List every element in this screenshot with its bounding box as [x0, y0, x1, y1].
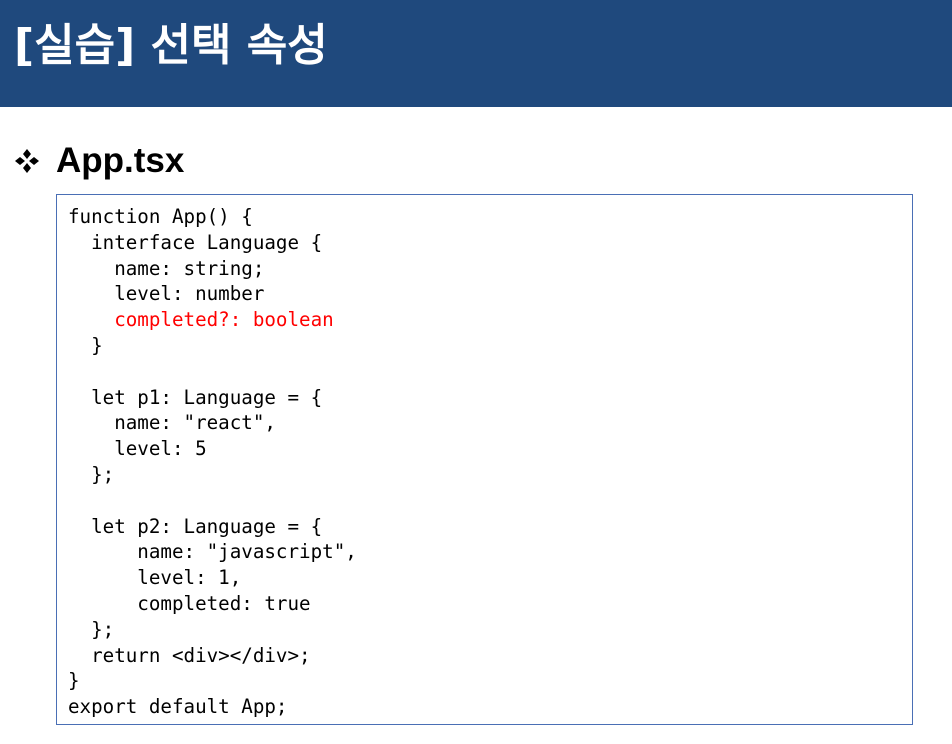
- code-line: name: "react",: [68, 411, 276, 435]
- code-line: return <div></div>;: [68, 643, 311, 667]
- code-line: level: 1,: [68, 566, 242, 590]
- title-bar: [실습] 선택 속성: [0, 0, 952, 107]
- slide: [실습] 선택 속성 App.tsx function App() { inte…: [0, 0, 952, 744]
- code-line: completed: true: [68, 591, 311, 615]
- code-line: let p2: Language = {: [68, 514, 323, 538]
- code-line: };: [68, 462, 115, 486]
- four-diamond-bullet-icon: [15, 149, 39, 173]
- code-line: level: 5: [68, 437, 207, 461]
- code-line: interface Language {: [68, 230, 323, 254]
- slide-title: [실습] 선택 속성: [14, 20, 328, 71]
- section-heading: App.tsx: [14, 138, 184, 184]
- code-lines: function App() { interface Language { na…: [68, 204, 357, 720]
- code-line: name: "javascript",: [68, 540, 357, 564]
- code-line: };: [68, 617, 115, 641]
- file-name-heading: App.tsx: [56, 141, 185, 180]
- code-block: function App() { interface Language { na…: [56, 194, 913, 725]
- code-line: level: number: [68, 282, 265, 306]
- code-line-highlighted: completed?: boolean: [68, 308, 334, 332]
- code-line: }: [68, 333, 103, 357]
- code-line: let p1: Language = {: [68, 385, 323, 409]
- code-line: name: string;: [68, 256, 265, 280]
- code-line: export default App;: [68, 695, 288, 719]
- code-line: function App() {: [68, 205, 253, 228]
- code-line: }: [68, 669, 80, 693]
